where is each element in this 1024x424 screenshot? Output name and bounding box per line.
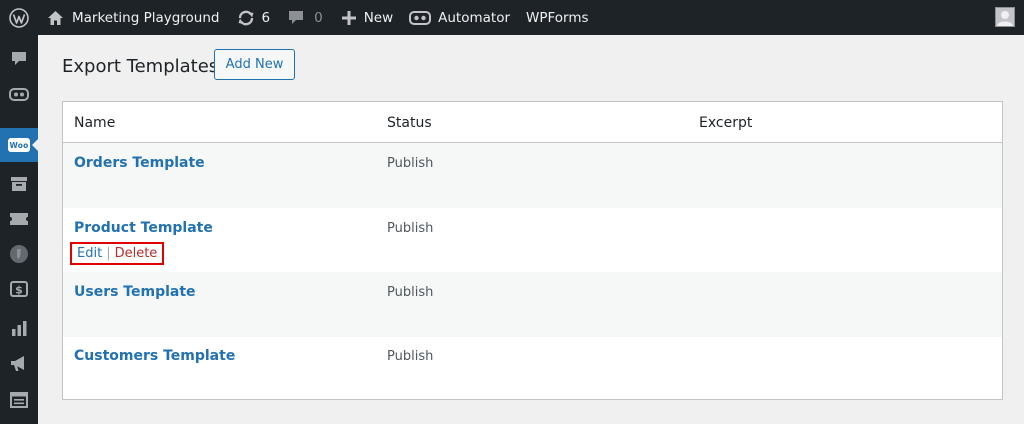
sidebar-item-comments[interactable] [0,42,38,76]
updates-count: 6 [261,9,271,26]
site-name-link[interactable]: Marketing Playground [47,0,220,35]
sidebar-item-analytics[interactable] [0,311,38,345]
new-content-link[interactable]: New [341,0,394,35]
template-name-link[interactable]: Users Template [74,284,196,300]
sidebar-item-profile[interactable] [0,237,38,271]
template-status: Publish [387,221,434,236]
sidebar-item-archive[interactable] [0,167,38,201]
automator-link[interactable]: Automator [409,0,510,35]
wpforms-link[interactable]: WPForms [526,0,589,35]
sidebar-item-marketing[interactable] [0,346,38,380]
svg-text:$: $ [15,284,23,297]
comments-count: 0 [314,9,323,26]
column-header-name[interactable]: Name [74,115,115,131]
megaphone-icon [11,355,24,371]
wordpress-logo-button[interactable] [0,0,38,35]
site-name-label: Marketing Playground [72,9,220,26]
dollar-icon: $ [10,281,28,297]
new-label: New [363,9,394,26]
row-actions: Edit | Delete [70,242,165,265]
template-status: Publish [387,156,434,171]
template-name-link[interactable]: Orders Template [74,155,205,171]
delete-link[interactable]: Delete [115,246,158,261]
comment-bubble-icon [289,11,304,24]
sidebar-item-tickets[interactable] [0,202,38,236]
page-title: Export Templates [62,56,219,77]
table-row: Customers Template Publish [63,336,1002,401]
ticket-icon [10,213,28,225]
avatar-icon [10,245,28,263]
table-row: Product Template Publish Edit | Delete [63,208,1002,273]
table-header: Name Status Excerpt [63,102,1002,143]
automator-label: Automator [438,9,511,26]
automator-robot-icon [409,10,432,25]
sidebar-item-payments[interactable]: $ [0,272,38,306]
admin-sidebar: Woo $ [0,35,39,424]
updates-link[interactable]: 6 [237,0,271,35]
column-header-excerpt[interactable]: Excerpt [699,115,752,131]
sidebar-item-calendar[interactable] [0,382,38,416]
wpforms-label: WPForms [526,9,589,26]
edit-link[interactable]: Edit [77,246,102,261]
column-header-status[interactable]: Status [387,115,432,131]
updates-icon [238,10,253,25]
sidebar-item-automator[interactable] [0,77,38,111]
table-row: Orders Template Publish [63,143,1002,208]
row-actions-separator: | [106,246,111,261]
template-name-link[interactable]: Customers Template [74,348,235,364]
templates-table: Name Status Excerpt Orders Template Publ… [62,101,1003,400]
wordpress-logo-icon [9,7,29,28]
add-new-button[interactable]: Add New [214,49,295,80]
user-avatar-icon [997,11,1013,26]
template-status: Publish [387,285,434,300]
comments-link[interactable]: 0 [288,0,323,35]
woocommerce-icon: Woo [8,138,30,152]
comments-icon [12,52,26,65]
archive-icon [11,177,27,191]
template-status: Publish [387,349,434,364]
home-icon [48,10,63,25]
sidebar-item-woocommerce[interactable]: Woo [0,128,39,162]
template-name-link[interactable]: Product Template [74,220,213,236]
admin-bar: Marketing Playground 6 0 New Automator W… [0,0,1024,35]
calendar-icon [10,391,28,408]
automator-icon [9,87,29,101]
plus-icon [341,10,356,25]
user-avatar[interactable] [995,7,1015,27]
analytics-icon [11,321,26,336]
table-row: Users Template Publish [63,272,1002,337]
